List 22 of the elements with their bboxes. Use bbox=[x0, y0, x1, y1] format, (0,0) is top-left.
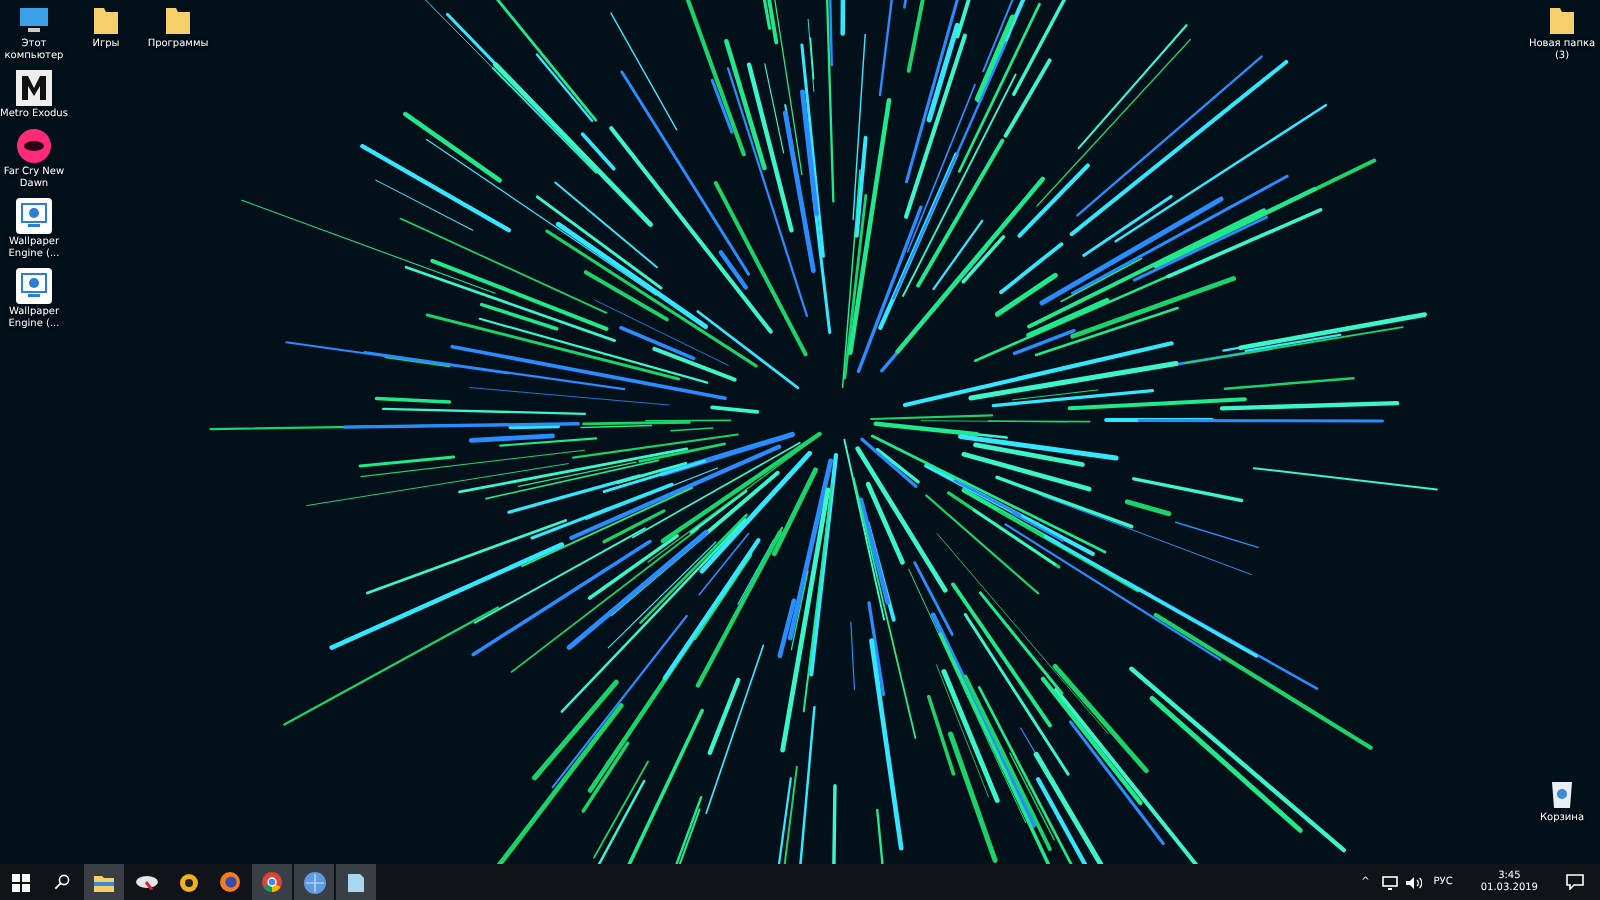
taskbar-app-button[interactable] bbox=[294, 864, 334, 900]
taskbar-app-button[interactable] bbox=[84, 864, 124, 900]
search-icon bbox=[54, 874, 70, 890]
notification-icon[interactable] bbox=[1566, 874, 1584, 890]
recycle-bin-icon bbox=[1548, 778, 1576, 810]
disk-icon bbox=[135, 874, 157, 890]
chrome-style-icon bbox=[262, 872, 282, 892]
folder-icon bbox=[94, 873, 114, 891]
speaker-icon[interactable] bbox=[1405, 875, 1422, 889]
taskbar-app-button[interactable] bbox=[336, 864, 376, 900]
globe-icon bbox=[303, 871, 325, 893]
network-icon[interactable] bbox=[1381, 875, 1398, 889]
round-badge-icon bbox=[179, 873, 197, 891]
eye-badge-icon bbox=[16, 128, 52, 164]
taskbar-app-button[interactable] bbox=[252, 864, 292, 900]
folder-icon bbox=[92, 4, 120, 36]
computer-icon bbox=[18, 4, 50, 36]
folder-icon bbox=[164, 4, 192, 36]
windows-logo-icon bbox=[11, 873, 29, 891]
notepad-icon bbox=[346, 871, 366, 893]
letter-m-icon bbox=[16, 70, 52, 106]
folder-icon bbox=[1548, 4, 1576, 36]
